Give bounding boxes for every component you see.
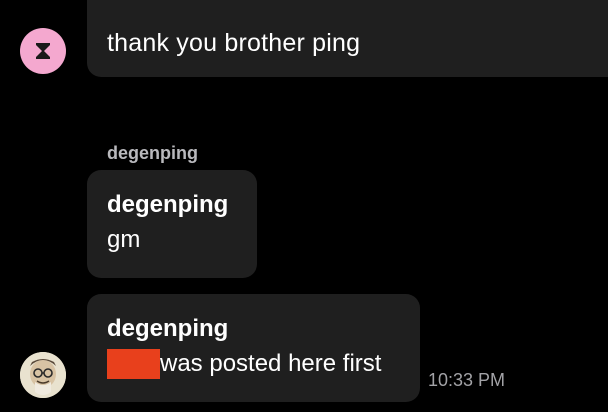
user-photo — [20, 352, 66, 398]
avatar[interactable] — [20, 28, 66, 74]
sender-name[interactable]: degenping — [107, 143, 198, 164]
message-author-line: degenping — [107, 191, 229, 218]
redaction-block — [107, 349, 160, 379]
message-text: was posted here first — [160, 350, 382, 377]
hourglass-icon — [36, 43, 50, 59]
message-bubble[interactable]: degenping gm — [87, 170, 257, 278]
message-text: thank you brother ping — [107, 29, 361, 57]
message-text-line: was posted here first — [107, 349, 381, 379]
avatar[interactable] — [20, 352, 66, 398]
message-text: gm — [107, 226, 141, 253]
message-timestamp: 10:33 PM — [428, 370, 506, 390]
message-author-line: degenping — [107, 315, 229, 342]
message-bubble[interactable]: degenping was posted here first — [87, 294, 420, 402]
message-bubble[interactable]: thank you brother ping — [87, 0, 608, 77]
